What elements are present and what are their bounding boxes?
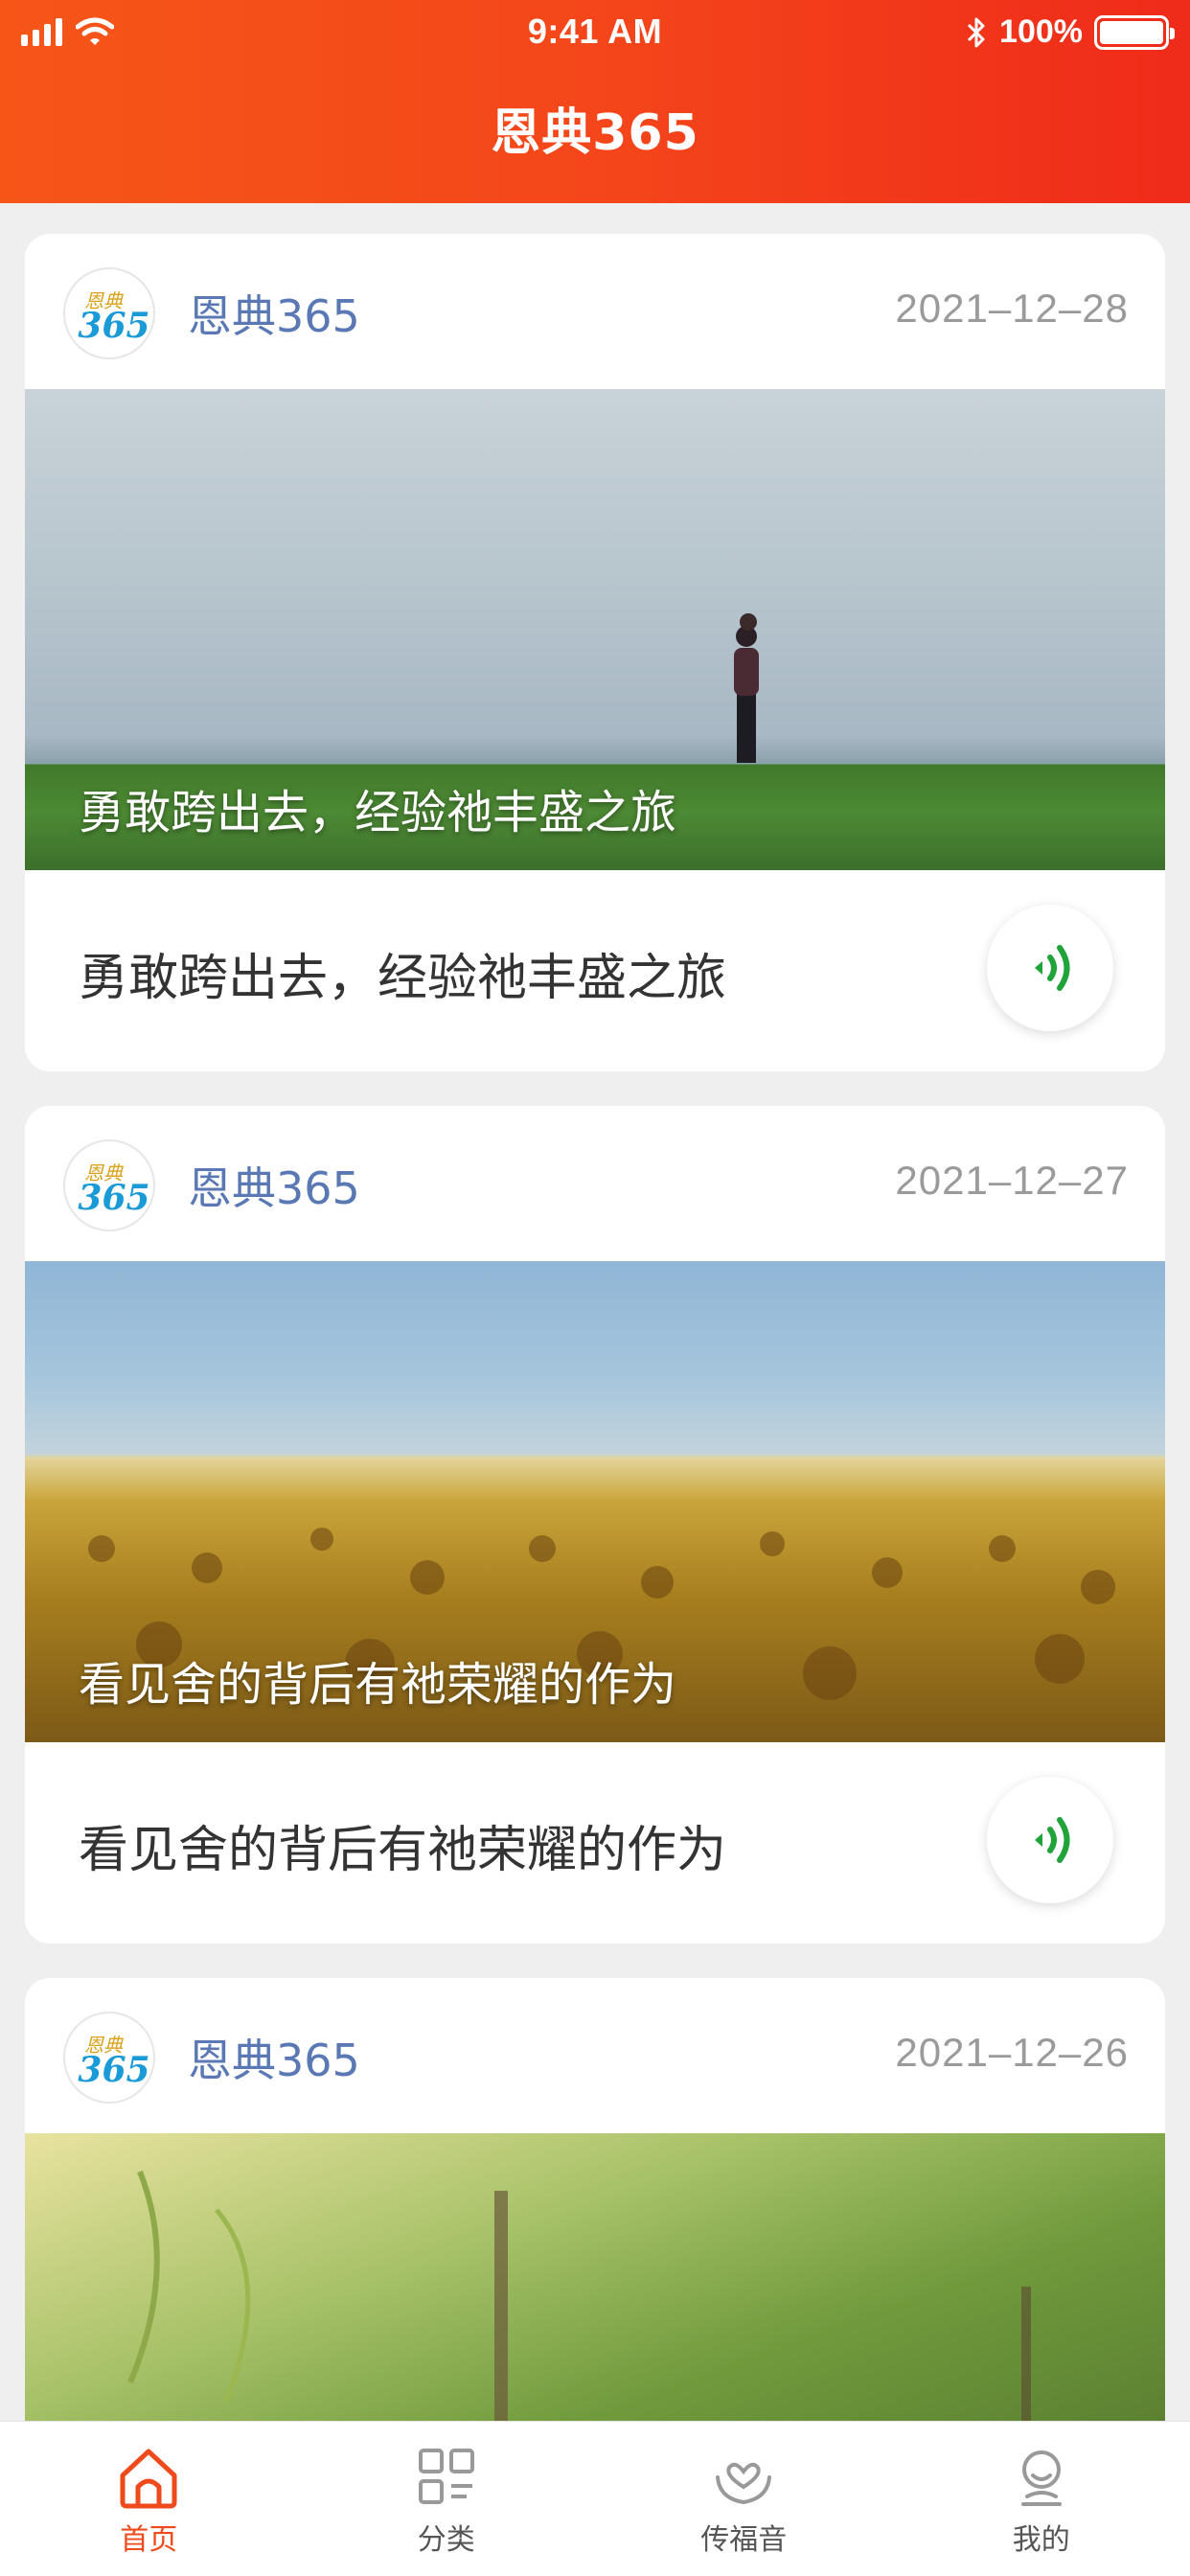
page-title: 恩典365 [491,104,699,162]
status-bar: 9:41 AM 100% [0,0,1190,67]
audio-wave-icon [1035,1817,1070,1863]
card-header: 恩典 365 恩典365 2021–12–28 [25,234,1165,389]
audio-play-button[interactable] [987,905,1113,1031]
article-title[interactable]: 勇敢跨出去，经验祂丰盛之旅 [79,937,726,1009]
card-header: 恩典 365 恩典365 2021–12–27 [25,1106,1165,1261]
tab-category[interactable]: 分类 [298,2422,596,2576]
avatar[interactable]: 恩典 365 [63,1139,155,1231]
article-image[interactable]: 勇敢跨出去，经验祂丰盛之旅 [25,389,1165,870]
post-date: 2021–12–26 [895,2030,1129,2075]
status-right: 100% [965,13,1175,51]
app-screen: 9:41 AM 100% 恩典365 恩典 365 恩典365 2021–12–… [0,0,1190,2576]
audio-wave-icon [1035,945,1070,991]
image-caption: 看见舍的背后有祂荣耀的作为 [79,1658,677,1712]
author-name[interactable]: 恩典365 [188,2026,360,2089]
avatar-logo-number: 365 [78,1178,150,1218]
audio-play-button[interactable] [987,1777,1113,1903]
avatar[interactable]: 恩典 365 [63,2012,155,2104]
article-card[interactable]: 恩典 365 恩典365 2021–12–27 看见舍的背后有祂荣耀的作为 看见… [25,1106,1165,1944]
article-image[interactable]: 看见舍的背后有祂荣耀的作为 [25,1261,1165,1742]
author-name[interactable]: 恩典365 [188,282,360,345]
article-feed[interactable]: 恩典 365 恩典365 2021–12–28 勇敢跨出去，经验祂丰盛之旅 勇敢… [25,234,1165,2576]
battery-percent: 100% [999,13,1083,50]
profile-icon [1020,2450,1062,2506]
post-date: 2021–12–27 [895,1158,1129,1203]
tab-label: 分类 [417,2523,475,2557]
avatar-logo-number: 365 [78,306,150,346]
bottom-tab-bar: 首页 分类 传福音 我的 [0,2421,1190,2576]
hands-heart-icon [716,2462,772,2505]
article-card[interactable]: 恩典 365 恩典365 2021–12–28 勇敢跨出去，经验祂丰盛之旅 勇敢… [25,234,1165,1071]
app-header: 9:41 AM 100% 恩典365 [0,0,1190,203]
battery-icon [1094,14,1175,50]
tab-label: 我的 [1012,2523,1070,2557]
tab-label: 传福音 [700,2523,788,2557]
tab-home[interactable]: 首页 [0,2422,298,2576]
card-footer: 勇敢跨出去，经验祂丰盛之旅 [25,870,1165,1071]
image-caption: 勇敢跨出去，经验祂丰盛之旅 [79,786,677,840]
avatar-logo-number: 365 [78,2050,150,2090]
tab-evangelize[interactable]: 传福音 [595,2422,893,2576]
tab-label: 首页 [120,2523,178,2557]
card-header: 恩典 365 恩典365 2021–12–26 [25,1978,1165,2133]
tab-profile[interactable]: 我的 [893,2422,1190,2576]
home-icon [120,2449,177,2509]
post-date: 2021–12–28 [895,286,1129,331]
avatar[interactable]: 恩典 365 [63,267,155,359]
grid-icon [418,2449,474,2504]
card-footer: 看见舍的背后有祂荣耀的作为 [25,1742,1165,1944]
author-name[interactable]: 恩典365 [188,1154,360,1217]
bluetooth-icon [967,17,985,47]
article-title[interactable]: 看见舍的背后有祂荣耀的作为 [79,1809,726,1881]
